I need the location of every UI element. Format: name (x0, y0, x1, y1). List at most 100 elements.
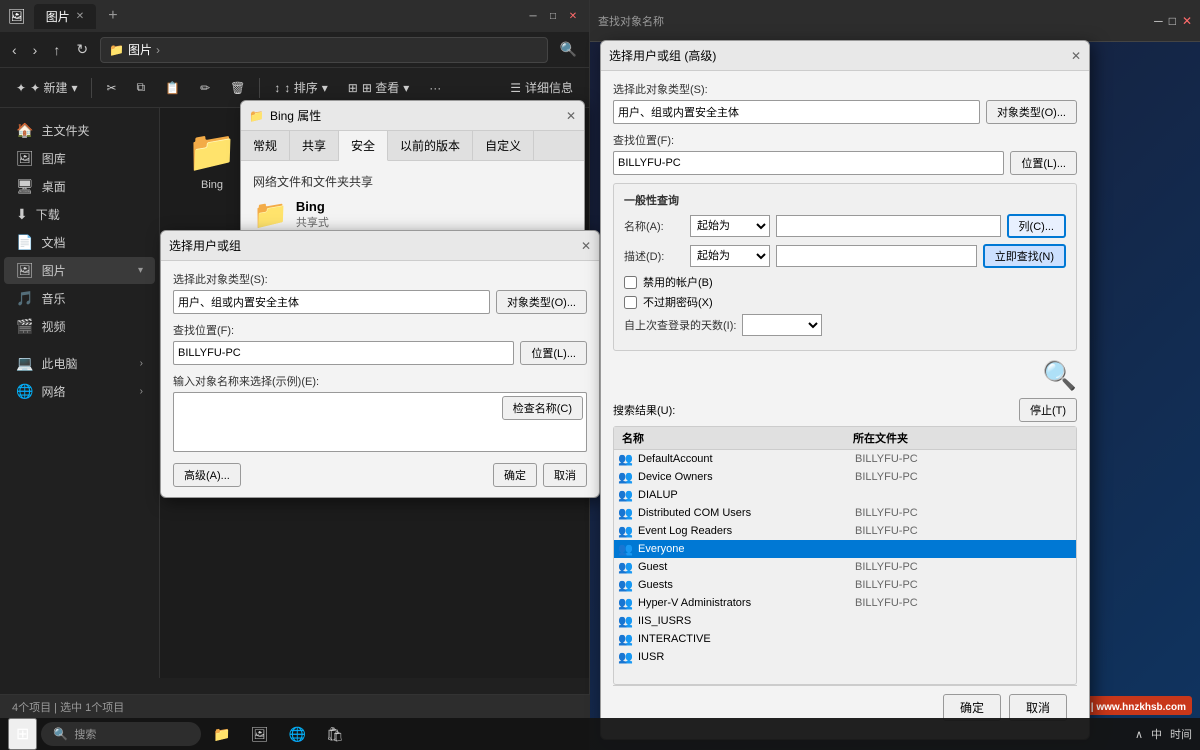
tab-share[interactable]: 共享 (290, 131, 339, 160)
sidebar-item-network[interactable]: 🌐 网络 › (4, 378, 155, 405)
taskbar-app-photo[interactable]: 🖼 (243, 722, 277, 747)
result-name-3: DIALUP (638, 489, 855, 501)
sidebar-item-thispc[interactable]: 💻 此电脑 › (4, 350, 155, 377)
copy-btn[interactable]: ⧉ (129, 76, 154, 99)
taskbar-search-box[interactable]: 🔍 搜索 (41, 722, 201, 746)
sidebar-item-pictures[interactable]: 🖼 图片 ▾ (4, 257, 155, 284)
tab-general[interactable]: 常规 (241, 131, 290, 160)
location-btn[interactable]: 位置(L)... (520, 341, 587, 365)
search-btn[interactable]: 🔍 (556, 39, 581, 60)
rename-btn[interactable]: ✏ (192, 77, 218, 99)
adv-dialog-close[interactable]: ✕ (1071, 49, 1081, 63)
result-row-dialup[interactable]: 👥 DIALUP (614, 486, 1076, 504)
result-row-deviceowners[interactable]: 👥 Device Owners BILLYFU-PC (614, 468, 1076, 486)
desc-filter-input[interactable] (776, 245, 977, 267)
stop-btn[interactable]: 停止(T) (1019, 398, 1077, 422)
disabled-checkbox[interactable] (624, 276, 637, 289)
sidebar-item-gallery[interactable]: 🖼 图库 (4, 145, 155, 172)
col-btn[interactable]: 列(C)... (1007, 214, 1066, 238)
sidebar-item-documents[interactable]: 📄 文档 (4, 229, 155, 256)
result-row-interactive[interactable]: 👥 INTERACTIVE (614, 630, 1076, 648)
tab-close-btn[interactable]: ✕ (76, 11, 84, 22)
share-section-title: 网络文件和文件夹共享 (253, 173, 572, 190)
taskbar-app-edge[interactable]: 🌐 (281, 722, 314, 747)
obj-type-btn[interactable]: 对象类型(O)... (496, 290, 587, 314)
tab-custom[interactable]: 自定义 (473, 131, 534, 160)
adv-obj-type-input[interactable] (613, 100, 980, 124)
result-row-hyperv[interactable]: 👥 Hyper-V Administrators BILLYFU-PC (614, 594, 1076, 612)
delete-btn[interactable]: 🗑 (222, 77, 253, 99)
location-input[interactable] (173, 341, 514, 365)
sidebar-item-desktop[interactable]: 🖥 桌面 (4, 173, 155, 200)
new-btn[interactable]: ✦ ✦ 新建 ▾ (8, 75, 85, 100)
adv-location-input[interactable] (613, 151, 1004, 175)
name-filter-input[interactable] (776, 215, 1001, 237)
more-btn[interactable]: ··· (421, 77, 449, 99)
sidebar-item-downloads[interactable]: ⬇ 下载 (4, 201, 155, 228)
result-row-iusr[interactable]: 👥 IUSR (614, 648, 1076, 665)
user-group-icon-7: 👥 (618, 560, 634, 574)
search-placeholder: 搜索 (74, 726, 96, 742)
desc-condition-select[interactable]: 起始为 包含 (690, 245, 770, 267)
taskbar-app-explorer[interactable]: 📁 (205, 722, 238, 747)
adv-ok-btn[interactable]: 确定 (943, 694, 1001, 721)
forward-btn[interactable]: › (29, 40, 42, 60)
up-btn[interactable]: ↑ (49, 40, 64, 60)
sidebar-item-music[interactable]: 🎵 音乐 (4, 285, 155, 312)
result-row-eventlog[interactable]: 👥 Event Log Readers BILLYFU-PC (614, 522, 1076, 540)
adv-obj-type-btn[interactable]: 对象类型(O)... (986, 100, 1077, 124)
obj-type-input[interactable] (173, 290, 490, 314)
right-close-btn[interactable]: ✕ (1182, 14, 1192, 28)
back-btn[interactable]: ‹ (8, 40, 21, 60)
result-row-everyone[interactable]: 👥 Everyone (614, 540, 1076, 558)
sort-btn[interactable]: ↕ ↕ 排序 ▾ (266, 75, 335, 100)
bing-folder-type: 共享式 (296, 214, 329, 230)
maximize-btn[interactable]: □ (545, 8, 561, 24)
start-btn[interactable]: ⊞ (8, 718, 37, 750)
sidebar-item-videos[interactable]: 🎬 视频 (4, 313, 155, 340)
details-btn[interactable]: ☰ 详细信息 (502, 75, 581, 100)
result-row-defaultaccount[interactable]: 👥 DefaultAccount BILLYFU-PC (614, 450, 1076, 468)
view-btn[interactable]: ⊞ ⊞ 查看 ▾ (340, 75, 417, 100)
days-select[interactable] (742, 314, 822, 336)
paste-btn[interactable]: 📋 (157, 77, 188, 99)
right-max-btn[interactable]: □ (1169, 14, 1176, 28)
result-loc-4: BILLYFU-PC (855, 507, 1072, 519)
noexpiry-checkbox[interactable] (624, 296, 637, 309)
cut-btn[interactable]: ✂ (98, 77, 124, 99)
adv-location-btn[interactable]: 位置(L)... (1010, 151, 1077, 175)
result-row-guest[interactable]: 👥 Guest BILLYFU-PC (614, 558, 1076, 576)
bing-dialog-close[interactable]: ✕ (566, 109, 576, 123)
adv-obj-type-row: 对象类型(O)... (613, 100, 1077, 124)
details-icon: ☰ (510, 81, 521, 95)
user-group-icon-2: 👥 (618, 470, 634, 484)
explorer-tab[interactable]: 图片 ✕ (34, 4, 96, 29)
tab-previous[interactable]: 以前的版本 (388, 131, 473, 160)
minimize-btn[interactable]: ─ (525, 8, 541, 24)
adv-cancel-btn[interactable]: 取消 (1009, 694, 1067, 721)
select-user-close[interactable]: ✕ (581, 239, 591, 253)
close-btn[interactable]: ✕ (565, 8, 581, 24)
result-row-iisiusrs[interactable]: 👥 IIS_IUSRS (614, 612, 1076, 630)
result-name-2: Device Owners (638, 471, 855, 483)
taskbar-app-store[interactable]: 🛍 (318, 722, 352, 747)
right-min-btn[interactable]: ─ (1154, 14, 1163, 28)
enter-label: 输入对象名称来选择(示例)(E): (173, 373, 587, 389)
result-row-guests[interactable]: 👥 Guests BILLYFU-PC (614, 576, 1076, 594)
refresh-btn[interactable]: ↻ (72, 39, 92, 60)
result-row-distributed[interactable]: 👥 Distributed COM Users BILLYFU-PC (614, 504, 1076, 522)
sidebar-label-desktop: 桌面 (42, 178, 66, 195)
sidebar-label-videos: 视频 (41, 318, 65, 335)
name-condition-select[interactable]: 起始为 包含 精确匹配 (690, 215, 770, 237)
tab-security[interactable]: 安全 (339, 131, 388, 161)
result-name-6: Everyone (638, 543, 855, 555)
advanced-btn[interactable]: 高级(A)... (173, 463, 241, 487)
new-tab-btn[interactable]: + (108, 7, 117, 25)
address-path[interactable]: 📁 图片 › (100, 37, 547, 63)
small-ok-btn[interactable]: 确定 (493, 463, 537, 487)
search-now-btn[interactable]: 立即查找(N) (983, 244, 1066, 268)
check-names-btn[interactable]: 检查名称(C) (502, 396, 583, 420)
small-cancel-btn[interactable]: 取消 (543, 463, 587, 487)
bing-info: Bing 共享式 (296, 199, 329, 230)
sidebar-item-home[interactable]: 🏠 主文件夹 (4, 117, 155, 144)
